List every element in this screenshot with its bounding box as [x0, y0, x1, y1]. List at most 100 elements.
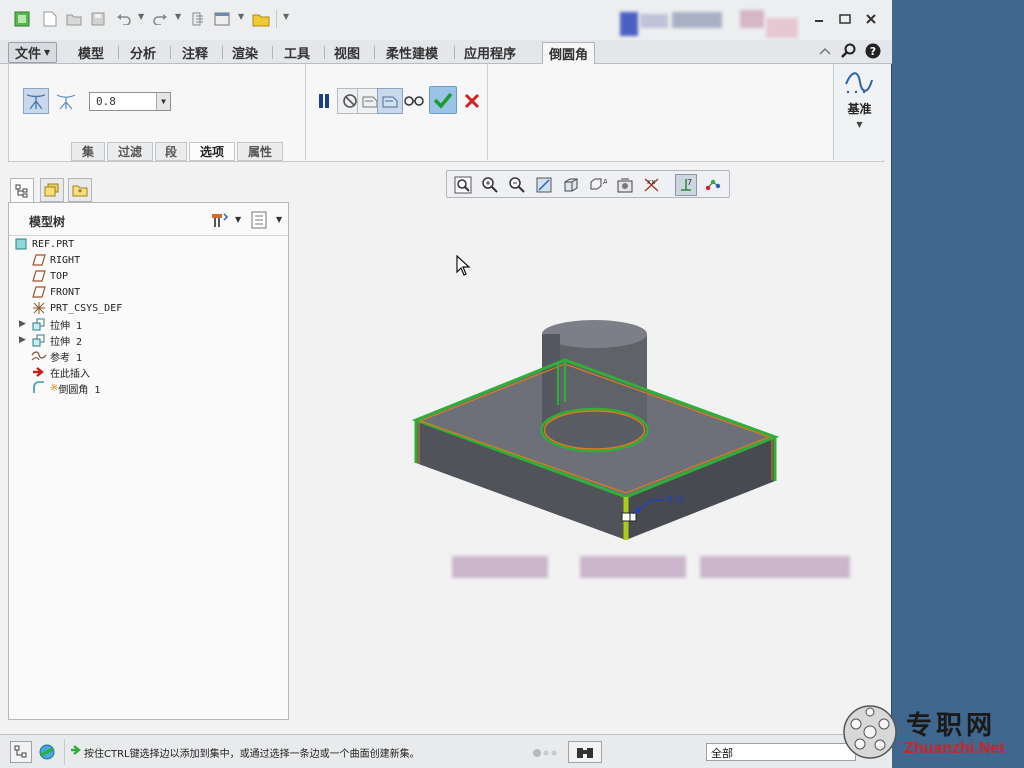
tab-applications[interactable]: 应用程序 — [458, 42, 522, 63]
creo-window: ▼ ▼ ▼ ▼ 文件 ▼ 模型 分析 注释 渲染 工具 视图 柔性建模 应用程序… — [0, 0, 892, 768]
close-window-icon[interactable] — [251, 9, 271, 29]
message-arrow-icon — [70, 744, 82, 756]
tab-tools[interactable]: 工具 — [278, 42, 316, 63]
tree-settings-dropdown-icon[interactable]: ▼ — [235, 215, 241, 224]
constant-round-button[interactable] — [23, 88, 49, 114]
minimize-button[interactable] — [810, 10, 828, 28]
app-logo-icon — [12, 9, 32, 29]
apply-button[interactable] — [429, 86, 457, 114]
windows-dropdown-icon[interactable]: ▼ — [238, 12, 244, 21]
spin-center-icon[interactable] — [702, 174, 724, 196]
conic-round-button[interactable] — [53, 88, 79, 114]
tab-render[interactable]: 渲染 — [226, 42, 264, 63]
pause-button[interactable] — [311, 88, 337, 114]
insert-here-icon — [31, 365, 47, 379]
blurred-title — [766, 18, 798, 38]
saved-orientations-icon[interactable]: AB — [587, 174, 609, 196]
subtab-sets[interactable]: 集 — [71, 142, 105, 161]
new-file-icon[interactable] — [40, 9, 60, 29]
tab-flexible-modeling[interactable]: 柔性建模 — [380, 42, 444, 63]
navigator-tabs: * — [10, 176, 100, 203]
subtab-segments[interactable]: 段 — [155, 142, 187, 161]
undo-icon[interactable] — [114, 9, 134, 29]
refit-icon[interactable] — [452, 174, 474, 196]
close-button[interactable] — [862, 10, 880, 28]
cancel-button[interactable] — [459, 88, 485, 114]
subtab-properties[interactable]: 属性 — [237, 142, 283, 161]
tree-item-front[interactable]: FRONT — [31, 284, 80, 300]
open-file-icon[interactable] — [64, 9, 84, 29]
tab-separator — [324, 46, 325, 59]
part-model-3d[interactable]: 0.8 — [405, 320, 785, 550]
tab-folder-browser[interactable] — [40, 178, 64, 202]
maximize-button[interactable] — [836, 10, 854, 28]
tree-item-label: 参考 1 — [50, 352, 83, 364]
quick-access-toolbar: ▼ ▼ ▼ ▼ — [0, 0, 892, 40]
search-icon[interactable] — [840, 42, 858, 60]
help-icon[interactable]: ? — [864, 42, 882, 60]
tab-separator — [454, 46, 455, 59]
windows-icon[interactable] — [212, 9, 232, 29]
radius-dimension-label[interactable]: 0.8 — [667, 495, 683, 505]
tab-model[interactable]: 模型 — [72, 42, 110, 63]
undo-dropdown-icon[interactable]: ▼ — [138, 12, 144, 21]
tree-item-csys[interactable]: PRT_CSYS_DEF — [31, 300, 122, 316]
ribbon-tab-bar: 文件 ▼ 模型 分析 注释 渲染 工具 视图 柔性建模 应用程序 倒圆角 ? — [0, 40, 892, 64]
tree-show-dropdown-icon[interactable]: ▼ — [276, 215, 282, 224]
find-button[interactable] — [568, 741, 602, 763]
display-style-icon[interactable] — [560, 174, 582, 196]
tree-item-ref-prt[interactable]: REF.PRT — [13, 236, 74, 252]
reference-icon — [31, 349, 47, 363]
toolbar-separator — [276, 10, 277, 28]
subtab-filter[interactable]: 过滤 — [107, 142, 153, 161]
round-icon — [31, 381, 47, 395]
tree-item-insert-here[interactable]: 在此插入 — [31, 364, 90, 380]
tree-item-top[interactable]: TOP — [31, 268, 68, 284]
browser-icon[interactable] — [36, 741, 58, 763]
tab-flexible-modeling-label: 柔性建模 — [386, 47, 439, 62]
datum-plane-icon — [31, 253, 47, 267]
redo-dropdown-icon[interactable]: ▼ — [175, 12, 181, 21]
chevron-down-icon[interactable]: ▼ — [156, 93, 170, 110]
selection-filter[interactable]: 全部 — [706, 743, 856, 761]
verify-mode-button[interactable] — [401, 88, 427, 114]
datum-display-icon[interactable]: xx — [641, 174, 663, 196]
tab-favorites[interactable]: * — [68, 178, 92, 202]
datum-dropdown-icon: ▼ — [856, 120, 863, 129]
tree-item-extrude-1[interactable]: 拉伸 1 — [31, 316, 82, 332]
csys-icon — [31, 301, 47, 315]
zoom-out-icon[interactable] — [506, 174, 528, 196]
tab-model-tree[interactable] — [10, 178, 34, 203]
annotation-display-icon[interactable]: 7 — [675, 174, 697, 196]
tab-round[interactable]: 倒圆角 — [542, 42, 596, 64]
expand-arrow-icon[interactable]: ▶ — [19, 335, 26, 345]
view-manager-icon[interactable] — [614, 174, 636, 196]
radius-value: 0.8 — [96, 95, 116, 108]
redo-icon[interactable] — [150, 9, 170, 29]
tab-view-label: 视图 — [334, 47, 361, 62]
tab-view[interactable]: 视图 — [328, 42, 366, 63]
repaint-icon[interactable] — [533, 174, 555, 196]
expand-arrow-icon[interactable]: ▶ — [19, 319, 26, 329]
collapse-ribbon-icon[interactable] — [816, 42, 834, 60]
regenerate-icon[interactable] — [188, 9, 208, 29]
customize-toolbar-icon[interactable]: ▼ — [283, 12, 289, 21]
tab-model-label: 模型 — [78, 47, 105, 62]
tree-item-reference-1[interactable]: 参考 1 — [31, 348, 82, 364]
tab-file[interactable]: 文件 ▼ — [8, 42, 58, 63]
watermark-ball-logo — [842, 704, 898, 760]
datum-button[interactable]: 基准 ▼ — [833, 64, 884, 160]
tree-item-round-1[interactable]: ※ 倒圆角 1 — [31, 380, 100, 396]
tree-item-extrude-2[interactable]: 拉伸 2 — [31, 332, 82, 348]
geometry-preview-button[interactable] — [377, 88, 403, 114]
tree-item-right[interactable]: RIGHT — [31, 252, 80, 268]
toggle-navigator-icon[interactable] — [10, 741, 32, 763]
tab-annotate[interactable]: 注释 — [176, 42, 214, 63]
tree-settings-icon[interactable] — [209, 211, 229, 229]
tab-analysis[interactable]: 分析 — [124, 42, 162, 63]
save-icon[interactable] — [88, 9, 108, 29]
zoom-in-icon[interactable] — [479, 174, 501, 196]
tree-show-icon[interactable] — [251, 211, 269, 229]
radius-value-combo[interactable]: 0.8 ▼ — [89, 92, 171, 111]
subtab-options[interactable]: 选项 — [189, 142, 235, 161]
